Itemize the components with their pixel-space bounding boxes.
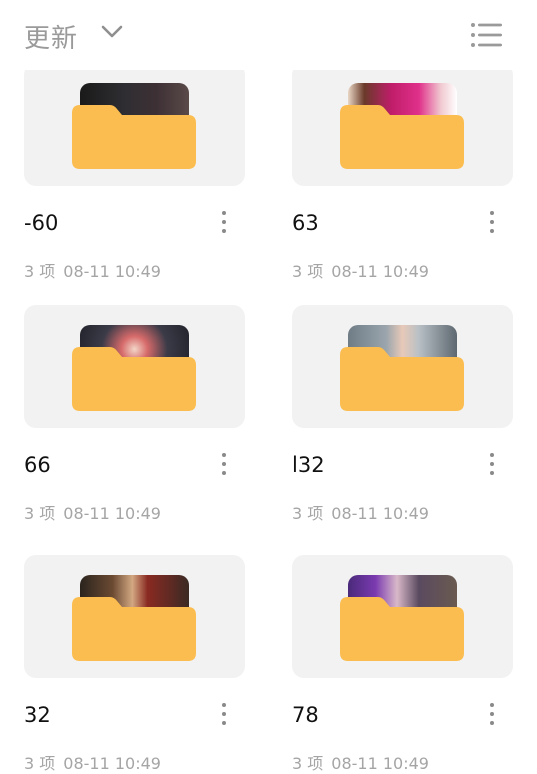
folder-icon	[340, 105, 464, 169]
item-count: 3 项	[292, 262, 324, 281]
folder-thumbnail[interactable]	[292, 63, 513, 186]
folder-meta: 3 项 08-11 10:49	[292, 750, 429, 774]
folder-name: 66	[24, 453, 51, 477]
more-options-icon[interactable]	[218, 211, 230, 239]
folder-name: 32	[24, 703, 51, 727]
more-options-icon[interactable]	[486, 453, 498, 481]
folder-icon	[72, 597, 196, 661]
item-count: 3 项	[24, 754, 56, 773]
top-bar: 更新	[0, 0, 537, 70]
folder-icon	[340, 597, 464, 661]
folder-name: 63	[292, 211, 319, 235]
folder-icon	[72, 347, 196, 411]
folder-icon	[72, 105, 196, 169]
folder-thumbnail[interactable]	[24, 555, 245, 678]
more-options-icon[interactable]	[218, 453, 230, 481]
folder-name: l32	[292, 453, 325, 477]
folder-thumbnail[interactable]	[24, 63, 245, 186]
more-options-icon[interactable]	[486, 211, 498, 239]
modified-time: 08-11 10:49	[63, 504, 161, 523]
chevron-down-icon[interactable]	[100, 24, 124, 40]
item-count: 3 项	[292, 754, 324, 773]
modified-time: 08-11 10:49	[63, 262, 161, 281]
more-options-icon[interactable]	[486, 703, 498, 731]
more-options-icon[interactable]	[218, 703, 230, 731]
folder-thumbnail[interactable]	[292, 305, 513, 428]
folder-name: -60	[24, 211, 59, 235]
folder-icon	[340, 347, 464, 411]
folder-thumbnail[interactable]	[292, 555, 513, 678]
modified-time: 08-11 10:49	[331, 504, 429, 523]
folder-name: 78	[292, 703, 319, 727]
modified-time: 08-11 10:49	[331, 754, 429, 773]
folder-meta: 3 项 08-11 10:49	[292, 258, 429, 282]
item-count: 3 项	[24, 504, 56, 523]
list-view-icon[interactable]	[470, 22, 504, 48]
folder-meta: 3 项 08-11 10:49	[24, 258, 161, 282]
folder-meta: 3 项 08-11 10:49	[24, 500, 161, 524]
folder-thumbnail[interactable]	[24, 305, 245, 428]
folder-meta: 3 项 08-11 10:49	[24, 750, 161, 774]
sort-selector-label[interactable]: 更新	[24, 18, 78, 55]
item-count: 3 项	[24, 262, 56, 281]
item-count: 3 项	[292, 504, 324, 523]
folder-meta: 3 项 08-11 10:49	[292, 500, 429, 524]
modified-time: 08-11 10:49	[331, 262, 429, 281]
modified-time: 08-11 10:49	[63, 754, 161, 773]
